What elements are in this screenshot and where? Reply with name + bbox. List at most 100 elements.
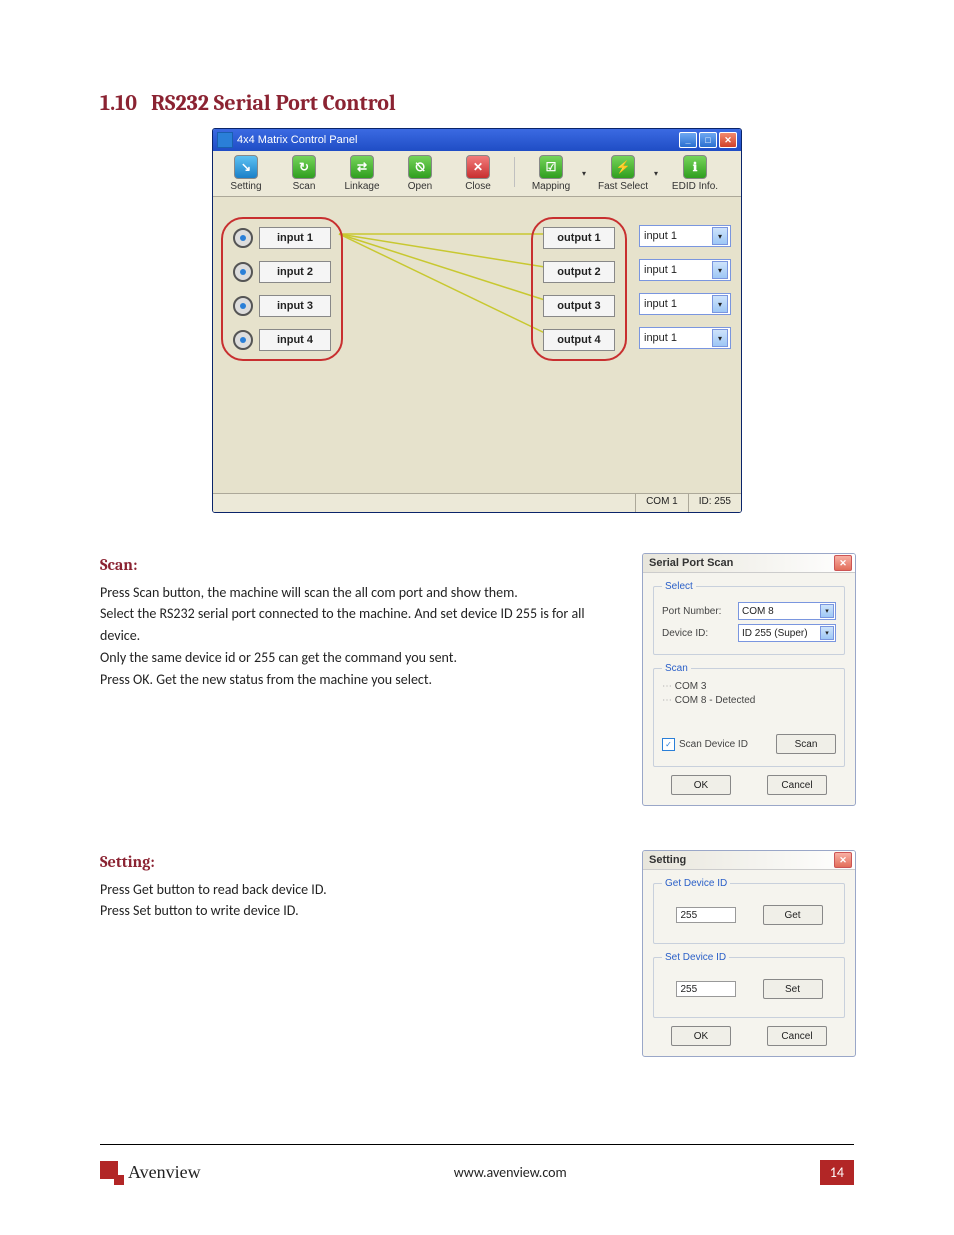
radio-icon[interactable] xyxy=(233,228,253,248)
output-row-1: output 1 xyxy=(543,227,615,249)
input-row-1: input 1 xyxy=(233,227,331,249)
window-title: 4x4 Matrix Control Panel xyxy=(237,134,357,146)
input-button-3[interactable]: input 3 xyxy=(259,295,331,317)
setting-text: Setting: Press Get button to read back d… xyxy=(100,850,622,1081)
scan-icon: ↻ xyxy=(292,155,316,179)
radio-icon[interactable] xyxy=(233,262,253,282)
toolbar: ↘Setting ↻Scan ⇄Linkage ⦰Open ✕Close ☑Ma… xyxy=(213,151,741,197)
set-device-id-input[interactable]: 255 xyxy=(676,981,736,997)
maximize-button[interactable]: □ xyxy=(699,132,717,148)
output-button-1[interactable]: output 1 xyxy=(543,227,615,249)
output-button-2[interactable]: output 2 xyxy=(543,261,615,283)
get-device-id-fieldset: Get Device ID 255 Get xyxy=(653,878,845,944)
chevron-down-icon[interactable]: ▾ xyxy=(654,169,664,178)
section-heading: 1.10 RS232 Serial Port Control xyxy=(100,90,854,116)
input-row-2: input 2 xyxy=(233,261,331,283)
port-number-label: Port Number: xyxy=(662,606,721,617)
ok-button[interactable]: OK xyxy=(671,775,731,795)
toolbar-setting[interactable]: ↘Setting xyxy=(219,155,273,192)
device-id-label: Device ID: xyxy=(662,628,708,639)
footer-url: www.avenview.com xyxy=(454,1164,567,1181)
app-icon xyxy=(217,132,233,148)
output-button-4[interactable]: output 4 xyxy=(543,329,615,351)
toolbar-open[interactable]: ⦰Open xyxy=(393,155,447,192)
chevron-down-icon: ▾ xyxy=(712,227,728,245)
output-button-3[interactable]: output 3 xyxy=(543,295,615,317)
output-selects-column: input 1▾ input 1▾ input 1▾ input 1▾ xyxy=(639,225,731,349)
input-button-2[interactable]: input 2 xyxy=(259,261,331,283)
outputs-group: output 1 output 2 output 3 output 4 xyxy=(531,217,627,361)
chevron-down-icon: ▾ xyxy=(712,261,728,279)
radio-icon[interactable] xyxy=(233,296,253,316)
chevron-down-icon: ▾ xyxy=(820,604,834,618)
toolbar-close[interactable]: ✕Close xyxy=(451,155,505,192)
scan-fieldset: Scan COM 3 COM 8 - Detected ✓ Scan Devic… xyxy=(653,663,845,767)
setting-dialog: Setting ✕ Get Device ID 255 Get Set Devi… xyxy=(642,850,856,1057)
fast-select-icon: ⚡ xyxy=(611,155,635,179)
output-row-3: output 3 xyxy=(543,295,615,317)
minimize-button[interactable]: _ xyxy=(679,132,697,148)
get-button[interactable]: Get xyxy=(763,905,823,925)
output-select-4[interactable]: input 1▾ xyxy=(639,327,731,349)
scan-button[interactable]: Scan xyxy=(776,734,836,754)
scan-device-id-label: Scan Device ID xyxy=(679,739,748,750)
set-device-id-fieldset: Set Device ID 255 Set xyxy=(653,952,845,1018)
toolbar-fast-select[interactable]: ⚡Fast Select xyxy=(596,155,650,192)
chevron-down-icon: ▾ xyxy=(820,626,834,640)
toolbar-mapping[interactable]: ☑Mapping xyxy=(524,155,578,192)
output-row-4: output 4 xyxy=(543,329,615,351)
scan-text: Scan: Press Scan button, the machine wil… xyxy=(100,553,622,830)
input-button-4[interactable]: input 4 xyxy=(259,329,331,351)
scan-result-tree: COM 3 COM 8 - Detected xyxy=(662,680,836,720)
input-row-3: input 3 xyxy=(233,295,331,317)
dialog-title: Serial Port Scan xyxy=(649,557,733,569)
status-id: ID: 255 xyxy=(688,494,741,512)
output-select-1[interactable]: input 1▾ xyxy=(639,225,731,247)
output-row-2: output 2 xyxy=(543,261,615,283)
output-select-2[interactable]: input 1▾ xyxy=(639,259,731,281)
chevron-down-icon: ▾ xyxy=(712,295,728,313)
close-icon: ✕ xyxy=(466,155,490,179)
page-footer: Avenview www.avenview.com 14 xyxy=(100,1160,854,1185)
setting-icon: ↘ xyxy=(234,155,258,179)
inputs-group: input 1 input 2 input 3 input 4 xyxy=(221,217,343,361)
edid-icon: ℹ xyxy=(683,155,707,179)
set-button[interactable]: Set xyxy=(763,979,823,999)
open-icon: ⦰ xyxy=(408,155,432,179)
window-titlebar: 4x4 Matrix Control Panel _ □ ✕ xyxy=(213,129,741,151)
status-port: COM 1 xyxy=(635,494,688,512)
linkage-icon: ⇄ xyxy=(350,155,374,179)
dialog-title: Setting xyxy=(649,854,686,866)
page-number: 14 xyxy=(820,1160,854,1185)
input-button-1[interactable]: input 1 xyxy=(259,227,331,249)
mapping-icon: ☑ xyxy=(539,155,563,179)
device-id-select[interactable]: ID 255 (Super)▾ xyxy=(738,624,836,642)
scan-heading: Scan: xyxy=(100,553,622,578)
chevron-down-icon[interactable]: ▾ xyxy=(582,169,592,178)
matrix-window-figure: 4x4 Matrix Control Panel _ □ ✕ ↘Setting … xyxy=(212,128,742,513)
radio-icon[interactable] xyxy=(233,330,253,350)
close-icon[interactable]: ✕ xyxy=(834,852,852,868)
get-device-id-input[interactable]: 255 xyxy=(676,907,736,923)
brand-name: Avenview xyxy=(128,1162,201,1183)
toolbar-scan[interactable]: ↻Scan xyxy=(277,155,331,192)
ok-button[interactable]: OK xyxy=(671,1026,731,1046)
heading-title: RS232 Serial Port Control xyxy=(151,90,396,116)
input-row-4: input 4 xyxy=(233,329,331,351)
cancel-button[interactable]: Cancel xyxy=(767,775,827,795)
footer-divider xyxy=(100,1144,854,1145)
cancel-button[interactable]: Cancel xyxy=(767,1026,827,1046)
toolbar-edid-info[interactable]: ℹEDID Info. xyxy=(668,155,722,192)
serial-port-scan-dialog: Serial Port Scan ✕ Select Port Number: C… xyxy=(642,553,856,806)
chevron-down-icon: ▾ xyxy=(712,329,728,347)
logo-icon xyxy=(100,1161,124,1185)
status-bar: COM 1 ID: 255 xyxy=(213,493,741,512)
port-number-select[interactable]: COM 8▾ xyxy=(738,602,836,620)
scan-device-id-checkbox[interactable]: ✓ xyxy=(662,738,675,751)
setting-heading: Setting: xyxy=(100,850,622,875)
heading-number: 1.10 xyxy=(100,90,137,116)
output-select-3[interactable]: input 1▾ xyxy=(639,293,731,315)
toolbar-linkage[interactable]: ⇄Linkage xyxy=(335,155,389,192)
close-button[interactable]: ✕ xyxy=(719,132,737,148)
close-icon[interactable]: ✕ xyxy=(834,555,852,571)
